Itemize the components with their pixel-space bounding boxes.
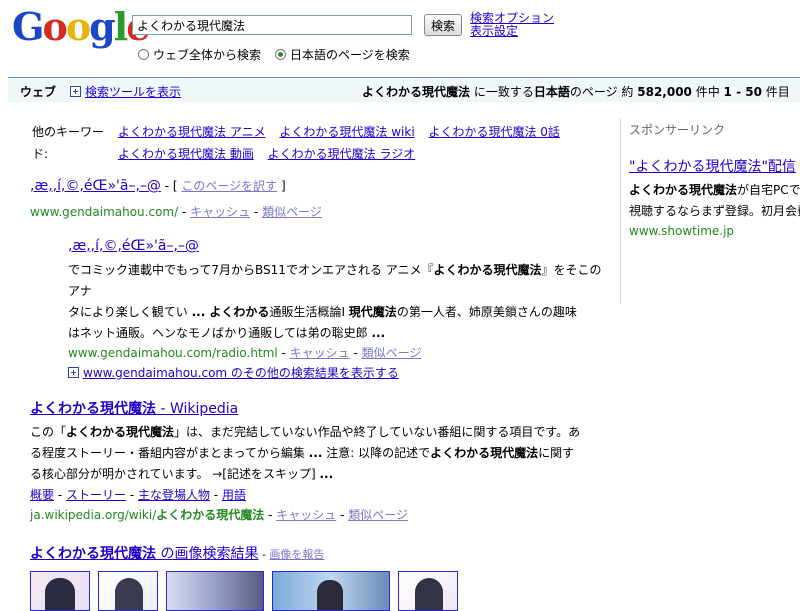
keyword-link[interactable]: よくわかる現代魔法 アニメ: [118, 125, 266, 139]
results-bar: ウェブ 検索ツールを表示 よくわかる現代魔法 に一致する日本語のページ 約 58…: [8, 77, 800, 102]
search-input[interactable]: [132, 15, 412, 35]
sitelink[interactable]: 概要: [30, 488, 54, 502]
ad-title-link[interactable]: "よくわかる現代魔法"配信: [629, 156, 796, 176]
sitelink[interactable]: 用語: [222, 488, 246, 502]
image-thumbnail[interactable]: [98, 571, 158, 611]
keyword-link[interactable]: よくわかる現代魔法 動画: [118, 147, 254, 161]
translate-link[interactable]: このページを訳す: [181, 179, 277, 193]
image-results-link[interactable]: よくわかる現代魔法 の画像検索結果: [30, 546, 258, 562]
image-results: よくわかる現代魔法 の画像検索結果 - 画像を報告: [30, 546, 325, 562]
radio-all-web-label: ウェブ全体から検索: [153, 48, 262, 62]
result-snippet: でコミック連載中でもって7月からBS11でオンエアされる アニメ『よくわかる現代…: [68, 263, 602, 340]
image-thumbnail[interactable]: [398, 571, 458, 611]
google-logo[interactable]: Google: [12, 4, 150, 49]
cache-link[interactable]: キャッシュ: [190, 205, 250, 219]
result-title-link[interactable]: ,æ,,í,©,éŒ»'ã–,–@: [30, 178, 161, 194]
image-thumbnail[interactable]: [272, 571, 390, 611]
image-thumbnail[interactable]: [30, 571, 90, 611]
result-url: www.gendaimahou.com/: [30, 205, 179, 219]
result-url: www.gendaimahou.com/radio.html: [68, 346, 278, 360]
keyword-link[interactable]: よくわかる現代魔法 ラジオ: [268, 147, 416, 161]
search-result: よくわかる現代魔法 - Wikipedia この「よくわかる現代魔法」は、まだ完…: [30, 398, 590, 525]
search-result-indented: ,æ,,í,©,éŒ»'ã–,–@ でコミック連載中でもって7月からBS11でオ…: [68, 238, 608, 361]
radio-japanese-label: 日本語のページを検索: [290, 48, 410, 62]
similar-pages-link[interactable]: 類似ページ: [362, 346, 422, 360]
cache-link[interactable]: キャッシュ: [276, 508, 336, 522]
report-images-link[interactable]: 画像を報告: [269, 548, 324, 561]
show-search-tools-link[interactable]: 検索ツールを表示: [85, 83, 181, 100]
ad-url: www.showtime.jp: [629, 224, 735, 238]
plus-icon[interactable]: [70, 86, 81, 97]
similar-pages-link[interactable]: 類似ページ: [348, 508, 408, 522]
search-options-link[interactable]: 検索オプション: [470, 11, 554, 25]
search-button[interactable]: 検索: [424, 14, 462, 36]
result-stats: よくわかる現代魔法 に一致する日本語のページ 約 582,000 件中 1 - …: [362, 85, 790, 99]
result-title-link[interactable]: よくわかる現代魔法 - Wikipedia: [30, 401, 238, 417]
more-results-link[interactable]: www.gendaimahou.com のその他の検索結果を表示する: [83, 364, 399, 381]
result-url: ja.wikipedia.org/wiki/よくわかる現代魔法: [30, 508, 265, 522]
radio-japanese[interactable]: [275, 49, 287, 60]
keyword-link[interactable]: よくわかる現代魔法 wiki: [279, 125, 414, 139]
sitelink[interactable]: ストーリー: [66, 488, 126, 502]
sponsored-links: スポンサーリンク "よくわかる現代魔法"配信 よくわかる現代魔法が自宅PCで 視聴…: [620, 118, 800, 304]
ad-snippet: よくわかる現代魔法が自宅PCで 視聴するならまず登録。初月会費: [629, 183, 800, 218]
keywords-label: 他のキーワード:: [32, 125, 105, 161]
sitelink[interactable]: 主な登場人物: [138, 488, 210, 502]
similar-pages-link[interactable]: 類似ページ: [262, 205, 322, 219]
web-label: ウェブ: [20, 85, 57, 99]
result-snippet: この「よくわかる現代魔法」は、まだ完結していない作品や終了していない番組に関する…: [30, 425, 581, 481]
image-thumbnail[interactable]: [166, 571, 264, 611]
radio-all-web[interactable]: [138, 49, 149, 60]
keyword-link[interactable]: よくわかる現代魔法 0話: [428, 125, 559, 139]
display-settings-link[interactable]: 表示設定: [470, 24, 518, 38]
cache-link[interactable]: キャッシュ: [290, 346, 350, 360]
search-result: ,æ,,í,©,éŒ»'ã–,–@ - [ このページを訳す ] www.gen…: [30, 178, 322, 219]
result-title-link[interactable]: ,æ,,í,©,éŒ»'ã–,–@: [68, 238, 199, 254]
sponsored-header: スポンサーリンク: [629, 123, 726, 137]
plus-icon[interactable]: [68, 367, 79, 378]
